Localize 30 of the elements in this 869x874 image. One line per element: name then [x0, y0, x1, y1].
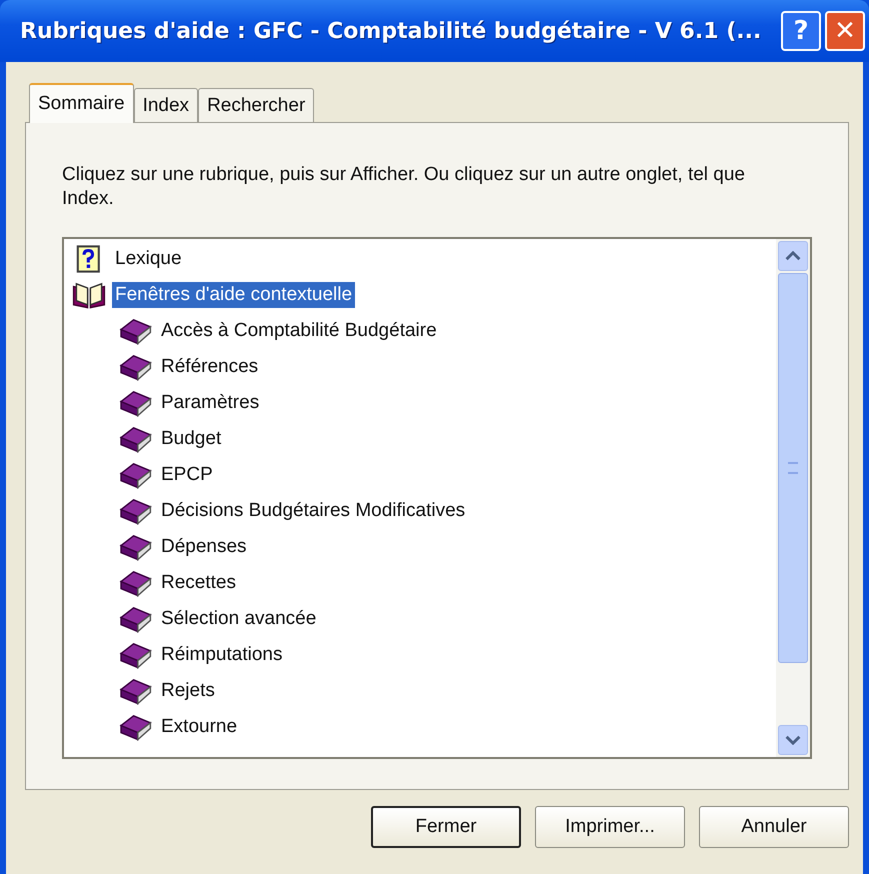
- scroll-down-button[interactable]: [778, 725, 808, 755]
- tree-item[interactable]: Accès à Comptabilité Budgétaire: [158, 318, 440, 344]
- tree-item[interactable]: Décisions Budgétaires Modificatives: [158, 498, 468, 524]
- scroll-thumb[interactable]: [778, 273, 808, 663]
- tree-item[interactable]: Dépenses: [158, 534, 250, 560]
- tree-item[interactable]: Extourne: [158, 714, 240, 740]
- tree-item[interactable]: Réimputations: [158, 642, 286, 668]
- chevron-up-icon: [785, 251, 801, 261]
- tree-item[interactable]: Fenêtres d'aide contextuelle: [112, 282, 356, 308]
- tree-item[interactable]: Paramètres: [158, 390, 262, 416]
- close-button[interactable]: ✕: [825, 11, 865, 51]
- chevron-down-icon: [785, 735, 801, 745]
- tree-item[interactable]: Rejets: [158, 678, 218, 704]
- instructions-text: Cliquez sur une rubrique, puis sur Afficher. Ou cliquez sur un autre onglet, tel que Index.: [62, 163, 746, 211]
- scroll-up-button[interactable]: [778, 241, 808, 271]
- dialog-button[interactable]: Imprimer...: [535, 806, 685, 848]
- tab[interactable]: Sommaire: [29, 83, 134, 123]
- window-title: Rubriques d'aide : GFC - Comptabilité budgétaire - V 6.1 (...: [20, 18, 762, 44]
- tree-item[interactable]: Recettes: [158, 570, 239, 596]
- help-button[interactable]: ?: [781, 11, 821, 51]
- tree-item[interactable]: Sélection avancée: [158, 606, 320, 632]
- tab[interactable]: Index: [134, 88, 198, 122]
- tab[interactable]: Rechercher: [198, 88, 314, 122]
- dialog-button[interactable]: Annuler: [699, 806, 849, 848]
- scrollbar[interactable]: [776, 239, 810, 757]
- tree-item[interactable]: Budget: [158, 426, 224, 452]
- tree-item[interactable]: EPCP: [158, 462, 216, 488]
- tree-item[interactable]: Références: [158, 354, 262, 380]
- tree-item[interactable]: Lexique: [112, 246, 185, 272]
- dialog-button[interactable]: Fermer: [371, 806, 521, 848]
